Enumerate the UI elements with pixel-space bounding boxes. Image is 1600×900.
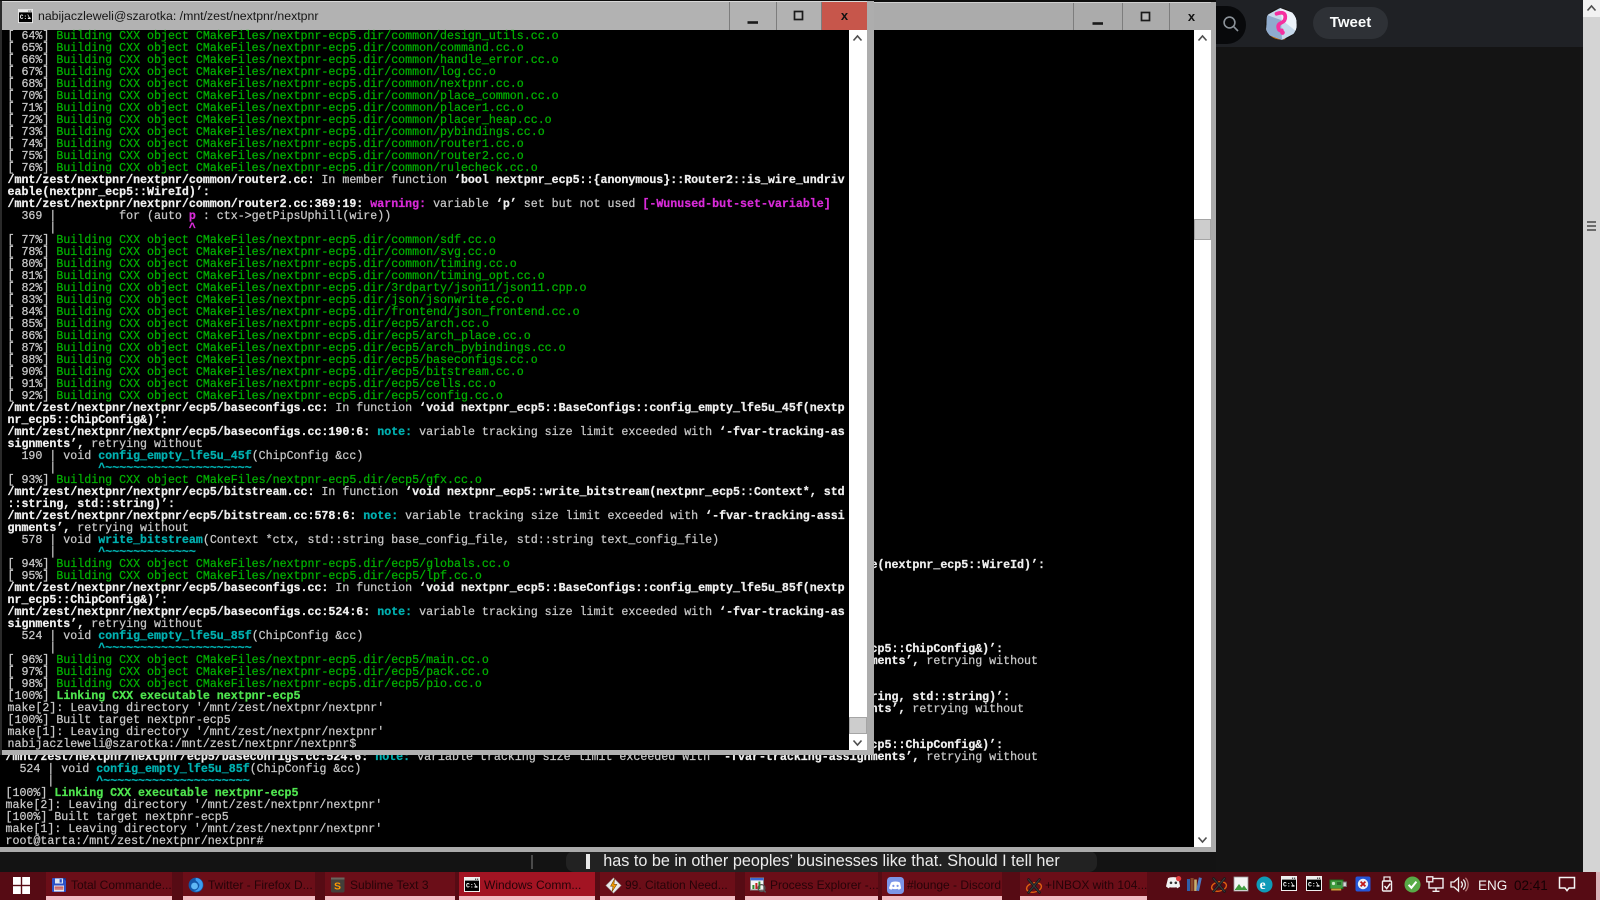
svg-text:C:\: C:\: [466, 883, 478, 890]
svg-text:C:\: C:\: [1308, 882, 1320, 889]
svg-text:C:\: C:\: [20, 14, 31, 21]
svg-text:C:\: C:\: [1283, 882, 1295, 889]
svg-text:S: S: [334, 881, 341, 893]
svg-text:e: e: [1260, 877, 1266, 892]
